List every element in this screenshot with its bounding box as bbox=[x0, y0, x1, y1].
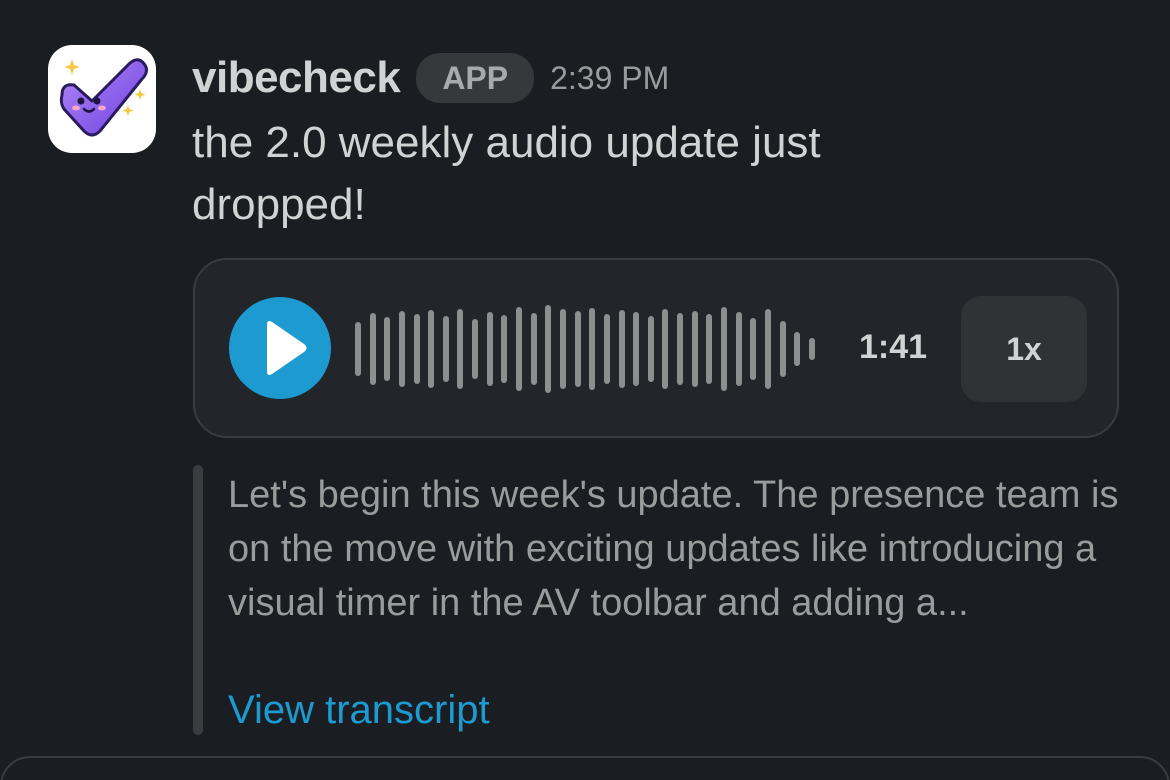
waveform-bar bbox=[647, 316, 654, 382]
app-badge: APP bbox=[416, 53, 535, 103]
waveform-bar bbox=[633, 312, 640, 386]
waveform-bar bbox=[545, 305, 552, 393]
waveform-bar bbox=[721, 307, 728, 391]
waveform-bar bbox=[764, 309, 771, 389]
waveform-bar bbox=[428, 310, 435, 388]
waveform-bar bbox=[662, 309, 669, 389]
play-icon bbox=[267, 321, 307, 375]
message-header: vibecheck APP 2:39 PM bbox=[192, 50, 669, 106]
play-button[interactable] bbox=[229, 297, 331, 399]
audio-duration: 1:41 bbox=[859, 328, 928, 366]
view-transcript-link[interactable]: View transcript bbox=[228, 683, 490, 737]
waveform-bar bbox=[750, 318, 757, 380]
waveform-bar bbox=[618, 310, 625, 388]
waveform-bar bbox=[516, 307, 523, 391]
app-avatar[interactable] bbox=[48, 45, 156, 153]
sender-name[interactable]: vibecheck bbox=[192, 53, 401, 103]
waveform-bar bbox=[413, 314, 420, 384]
waveform-bar bbox=[472, 319, 479, 379]
waveform-bar bbox=[384, 317, 391, 381]
waveform-bar bbox=[574, 311, 581, 387]
waveform-bar bbox=[398, 311, 405, 387]
waveform-bar bbox=[589, 308, 596, 390]
waveform-bar bbox=[457, 309, 464, 389]
waveform-bar bbox=[486, 312, 493, 386]
message-view: vibecheck APP 2:39 PM the 2.0 weekly aud… bbox=[0, 0, 1170, 780]
waveform-bar bbox=[808, 338, 815, 360]
message-composer[interactable] bbox=[0, 756, 1170, 780]
transcript-excerpt: Let's begin this week's update. The pres… bbox=[228, 474, 1119, 624]
waveform-bar bbox=[794, 332, 801, 366]
message-body: the 2.0 weekly audio update just dropped… bbox=[192, 118, 821, 229]
audio-waveform[interactable] bbox=[355, 300, 815, 398]
waveform-bar bbox=[355, 322, 361, 376]
waveform-bar bbox=[706, 314, 713, 384]
waveform-bar bbox=[735, 312, 742, 386]
audio-player: 1:41 1x bbox=[193, 258, 1119, 438]
transcript-quote-bar bbox=[193, 465, 203, 735]
waveform-bar bbox=[530, 313, 537, 385]
checkmark-mascot-icon bbox=[59, 58, 148, 137]
playback-speed-button[interactable]: 1x bbox=[961, 296, 1087, 402]
waveform-bar bbox=[691, 311, 698, 387]
waveform-bar bbox=[779, 321, 786, 377]
waveform-bar bbox=[501, 315, 508, 383]
waveform-bar bbox=[677, 313, 684, 385]
waveform-bar bbox=[369, 313, 376, 385]
waveform-bar bbox=[559, 309, 566, 389]
waveform-bar bbox=[442, 316, 449, 382]
waveform-bar bbox=[603, 314, 610, 384]
message-timestamp[interactable]: 2:39 PM bbox=[550, 60, 669, 97]
